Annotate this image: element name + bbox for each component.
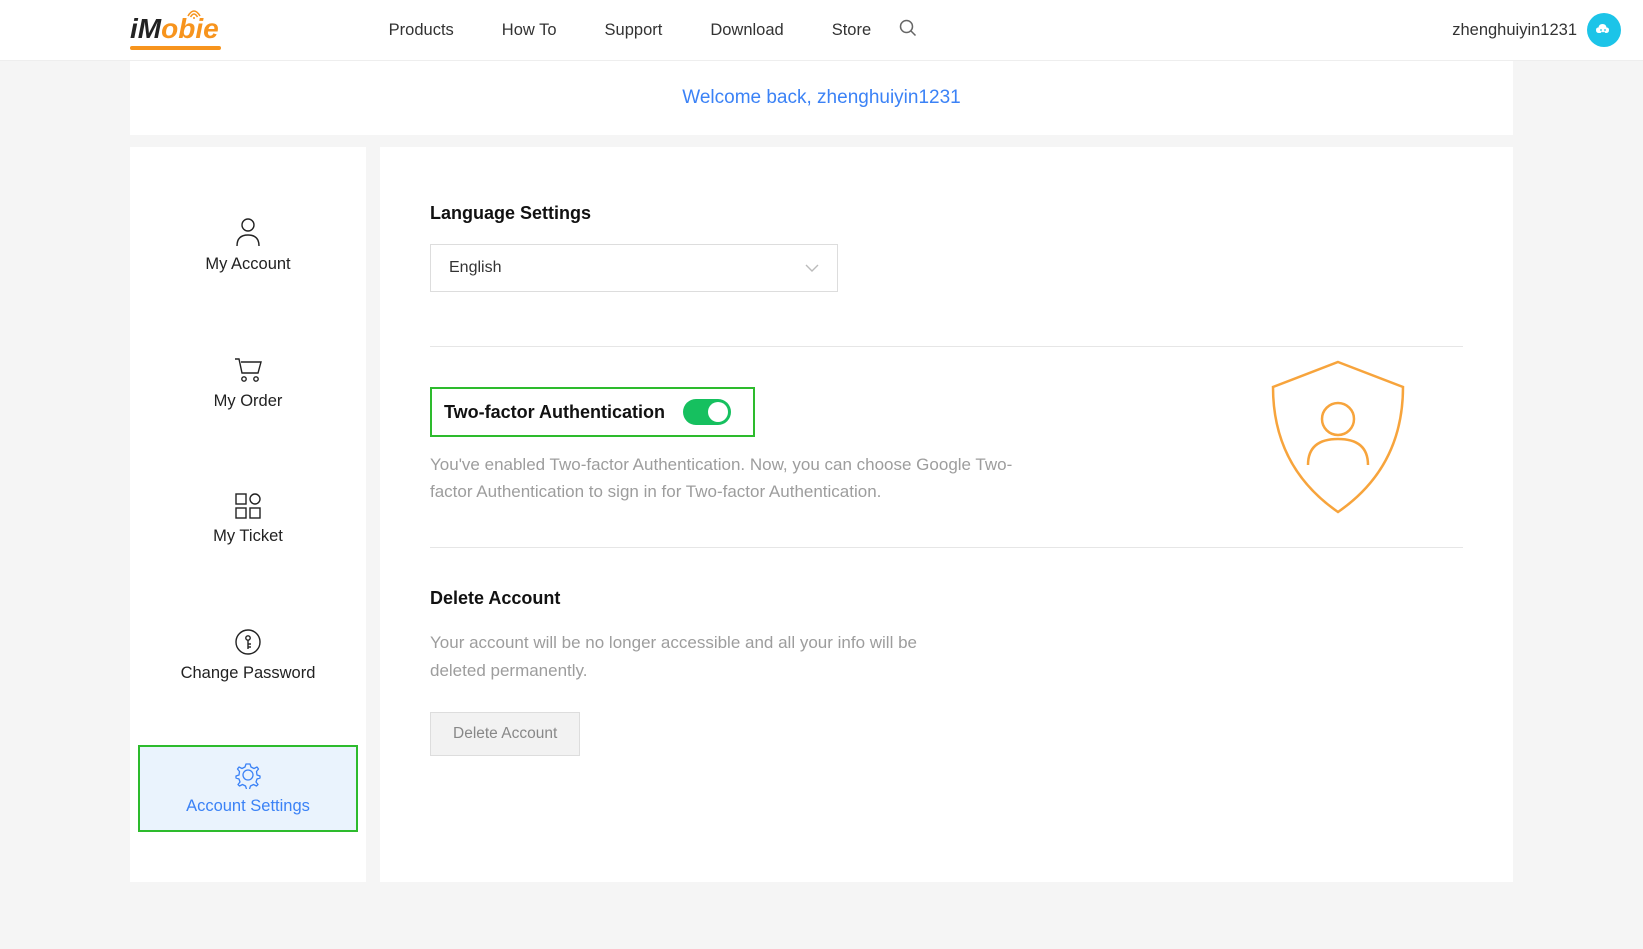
tfa-heading-row: Two-factor Authentication	[430, 387, 755, 437]
avatar[interactable]	[1587, 13, 1621, 47]
divider	[430, 346, 1463, 347]
cloud-icon	[1593, 19, 1615, 41]
gear-icon	[234, 761, 262, 789]
sidebar-item-ticket[interactable]: My Ticket	[138, 473, 358, 566]
logo[interactable]: iMobie	[130, 13, 219, 48]
main-nav: Products How To Support Download Store	[389, 21, 871, 40]
sidebar-item-label: My Ticket	[213, 527, 283, 546]
sidebar: My Account My Order My Ticket Change Pas…	[130, 147, 366, 882]
sidebar-item-order[interactable]: My Order	[138, 336, 358, 431]
key-icon	[234, 628, 262, 656]
sidebar-item-settings[interactable]: Account Settings	[138, 745, 358, 832]
sidebar-item-label: Change Password	[181, 664, 316, 683]
user-icon	[234, 217, 262, 247]
nav-download[interactable]: Download	[710, 21, 783, 40]
sidebar-item-label: Account Settings	[186, 797, 310, 816]
language-select[interactable]: English	[430, 244, 838, 292]
username-label[interactable]: zhenghuiyin1231	[1452, 21, 1577, 40]
user-area: zhenghuiyin1231	[1452, 13, 1621, 47]
delete-account-title: Delete Account	[430, 588, 1463, 609]
language-settings-title: Language Settings	[430, 203, 1463, 224]
sidebar-item-label: My Order	[214, 392, 283, 411]
welcome-banner: Welcome back, zhenghuiyin1231	[130, 61, 1513, 135]
main-panel: Language Settings English Two-factor Aut…	[380, 147, 1513, 882]
sidebar-item-password[interactable]: Change Password	[138, 608, 358, 703]
tfa-description: You've enabled Two-factor Authentication…	[430, 451, 1030, 505]
delete-account-description: Your account will be no longer accessibl…	[430, 629, 950, 683]
nav-products[interactable]: Products	[389, 21, 454, 40]
header: iMobie Products How To Support Download …	[0, 0, 1643, 61]
shield-icon	[1263, 357, 1413, 517]
logo-prefix: iM	[130, 13, 161, 45]
sidebar-item-label: My Account	[205, 255, 290, 274]
tfa-title: Two-factor Authentication	[444, 402, 665, 423]
nav-howto[interactable]: How To	[502, 21, 557, 40]
cart-icon	[233, 356, 263, 384]
language-selected-value: English	[449, 259, 501, 277]
grid-icon	[235, 493, 261, 519]
search-icon[interactable]	[899, 19, 917, 42]
wifi-icon	[187, 9, 201, 19]
nav-support[interactable]: Support	[605, 21, 663, 40]
content: My Account My Order My Ticket Change Pas…	[130, 147, 1513, 882]
divider	[430, 547, 1463, 548]
tfa-toggle[interactable]	[683, 399, 731, 425]
chevron-down-icon	[805, 264, 819, 272]
sidebar-item-account[interactable]: My Account	[138, 197, 358, 294]
nav-store[interactable]: Store	[832, 21, 871, 40]
delete-account-button[interactable]: Delete Account	[430, 712, 580, 756]
